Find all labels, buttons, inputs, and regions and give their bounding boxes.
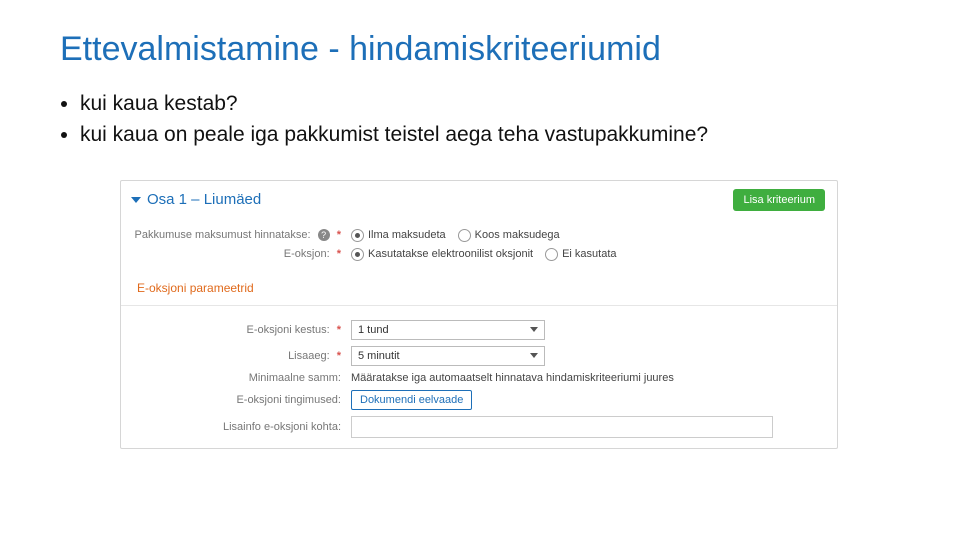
required-marker: * [337,350,341,362]
bullet-item: kui kaua kestab? [80,89,898,118]
row-min-step: Minimaalne samm: Määratakse iga automaat… [131,372,827,384]
required-marker: * [337,229,341,241]
duration-select[interactable]: 1 tund [351,320,545,340]
caret-down-icon [530,353,538,358]
section-title-text: Osa 1 – Liumäed [147,191,261,208]
row-eauction: E-oksjon: * Kasutatakse elektroonilist o… [131,248,827,261]
row-terms: E-oksjoni tingimused: Dokumendi eelvaade [131,390,827,410]
value-extra-time: 5 minutit [351,346,827,366]
params-subheader: E-oksjoni parameetrid [121,271,837,299]
extra-info-input[interactable] [351,416,773,438]
required-marker: * [337,324,341,336]
select-value: 1 tund [358,324,389,336]
bullet-item: kui kaua on peale iga pakkumist teistel … [80,120,898,149]
panel-header: Osa 1 – Liumäed Lisa kriteerium [121,181,837,215]
value-eauction: Kasutatakse elektroonilist oksjonit Ei k… [351,248,827,261]
label-text: E-oksjoni kestus: [247,324,330,336]
radio-icon [351,248,364,261]
radio-label: Koos maksudega [475,229,560,241]
panel-title[interactable]: Osa 1 – Liumäed [131,191,261,208]
value-price-evaluation: Ilma maksudeta Koos maksudega [351,229,827,242]
label-terms: E-oksjoni tingimused: [131,394,351,406]
help-icon[interactable]: ? [318,229,330,241]
form-param-rows: E-oksjoni kestus: * 1 tund Lisaaeg: * [121,306,837,448]
label-text: E-oksjon: [284,248,330,260]
document-preview-button[interactable]: Dokumendi eelvaade [351,390,472,410]
caret-down-icon [530,327,538,332]
value-terms: Dokumendi eelvaade [351,390,827,410]
slide: Ettevalmistamine - hindamiskriteeriumid … [0,0,958,539]
radio-use-eauction[interactable]: Kasutatakse elektroonilist oksjonit [351,248,533,261]
value-min-step: Määratakse iga automaatselt hinnatava hi… [351,372,827,384]
radio-label: Ei kasutata [562,248,616,260]
select-value: 5 minutit [358,350,400,362]
radio-without-tax[interactable]: Ilma maksudeta [351,229,446,242]
bullet-list: kui kaua kestab? kui kaua on peale iga p… [80,89,898,150]
label-extra-time: Lisaaeg: * [131,350,351,362]
required-marker: * [337,248,341,260]
row-extra-time: Lisaaeg: * 5 minutit [131,346,827,366]
value-extra-info [351,416,827,438]
label-text: Lisaaeg: [288,350,330,362]
radio-icon [351,229,364,242]
label-extra-info: Lisainfo e-oksjoni kohta: [131,421,351,433]
row-price-evaluation: Pakkumuse maksumust hinnatakse: ? * Ilma… [131,229,827,242]
row-extra-info: Lisainfo e-oksjoni kohta: [131,416,827,438]
label-duration: E-oksjoni kestus: * [131,324,351,336]
slide-title: Ettevalmistamine - hindamiskriteeriumid [60,30,898,69]
radio-icon [545,248,558,261]
label-price-evaluation: Pakkumuse maksumust hinnatakse: ? * [131,229,351,241]
radio-label: Ilma maksudeta [368,229,446,241]
row-duration: E-oksjoni kestus: * 1 tund [131,320,827,340]
label-text: Pakkumuse maksumust hinnatakse: [135,229,311,241]
min-step-text: Määratakse iga automaatselt hinnatava hi… [351,372,674,384]
add-criterion-button[interactable]: Lisa kriteerium [733,189,825,211]
chevron-down-icon [131,197,141,203]
value-duration: 1 tund [351,320,827,340]
radio-with-tax[interactable]: Koos maksudega [458,229,560,242]
criteria-panel: Osa 1 – Liumäed Lisa kriteerium Pakkumus… [120,180,838,449]
label-eauction: E-oksjon: * [131,248,351,260]
label-min-step: Minimaalne samm: [131,372,351,384]
radio-label: Kasutatakse elektroonilist oksjonit [368,248,533,260]
radio-icon [458,229,471,242]
extra-time-select[interactable]: 5 minutit [351,346,545,366]
form-top-rows: Pakkumuse maksumust hinnatakse: ? * Ilma… [121,215,837,271]
radio-no-eauction[interactable]: Ei kasutata [545,248,616,261]
